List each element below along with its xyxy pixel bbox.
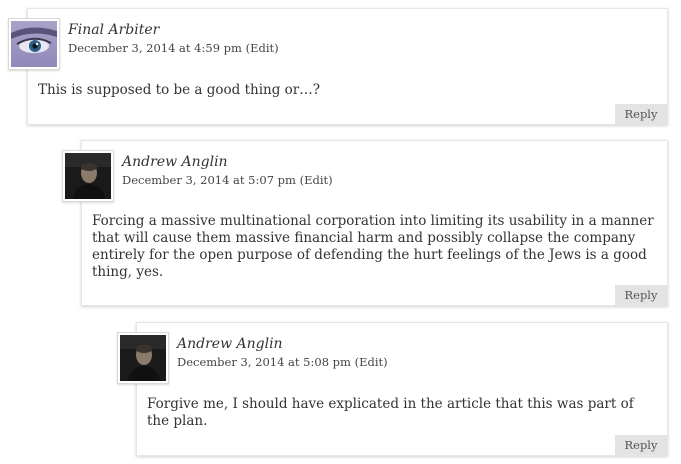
reply-button[interactable]: Reply [615,285,667,305]
reply-button[interactable]: Reply [615,435,667,455]
reply-button[interactable]: Reply [615,104,667,124]
edit-link[interactable]: (Edit) [300,173,333,187]
comment-text: Forgive me, I should have explicated in … [147,396,634,429]
comment-author: Andrew Anglin [122,154,228,170]
comment-card: Andrew Anglin December 3, 2014 at 5:07 p… [62,140,668,306]
comment-author: Andrew Anglin [177,336,283,352]
comment-meta: December 3, 2014 at 5:08 pm (Edit) [177,355,388,369]
person-avatar-icon [120,335,166,381]
comment-author: Final Arbiter [68,22,160,38]
comment-date-link[interactable]: December 3, 2014 at 5:08 pm [177,355,351,369]
avatar[interactable] [8,18,60,70]
comment-card: Andrew Anglin December 3, 2014 at 5:08 p… [117,322,668,456]
comment-meta: December 3, 2014 at 5:07 pm (Edit) [122,173,333,187]
avatar[interactable] [117,332,169,384]
person-avatar-icon [65,153,111,199]
comment-text: Forcing a massive multinational corporat… [92,213,654,280]
edit-link[interactable]: (Edit) [355,355,388,369]
eye-avatar-icon [11,21,57,67]
comment-meta: December 3, 2014 at 4:59 pm (Edit) [68,41,279,55]
avatar[interactable] [62,150,114,202]
edit-link[interactable]: (Edit) [246,41,279,55]
comment-date-link[interactable]: December 3, 2014 at 4:59 pm [68,41,242,55]
comment-date-link[interactable]: December 3, 2014 at 5:07 pm [122,173,296,187]
comment-card: Final Arbiter December 3, 2014 at 4:59 p… [8,8,668,125]
comment-text: This is supposed to be a good thing or…? [38,82,320,98]
